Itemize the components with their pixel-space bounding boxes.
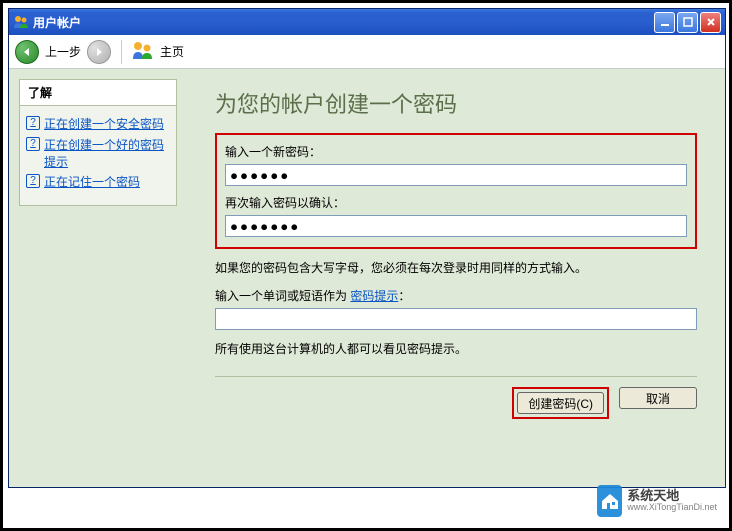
password-hint-label: 输入一个单词或短语作为 密码提示： [215, 287, 697, 304]
help-icon: ? [26, 116, 40, 130]
back-label[interactable]: 上一步 [45, 43, 81, 60]
hint-visibility-note: 所有使用这台计算机的人都可以看见密码提示。 [215, 340, 697, 358]
create-password-button[interactable]: 创建密码(C) [517, 392, 604, 414]
cancel-button[interactable]: 取消 [619, 387, 697, 409]
watermark-url: www.XiTongTianDi.net [627, 502, 717, 513]
user-accounts-window: 用户帐户 上一步 [8, 8, 726, 488]
password-hint-input[interactable] [215, 308, 697, 330]
window-title: 用户帐户 [33, 14, 652, 31]
page-title: 为您的帐户创建一个密码 [215, 87, 697, 119]
body-area: 了解 ? 正在创建一个安全密码 ? 正在创建一个好的密码提示 ? 正在记住一个密 [9, 69, 725, 487]
minimize-button[interactable] [654, 12, 675, 33]
password-highlight-box: 输入一个新密码： 再次输入密码以确认： [215, 133, 697, 249]
help-icon: ? [26, 174, 40, 188]
confirm-password-label: 再次输入密码以确认： [225, 194, 687, 211]
caps-lock-note: 如果您的密码包含大写字母，您必须在每次登录时用同样的方式输入。 [215, 259, 697, 277]
help-icon: ? [26, 137, 40, 151]
help-link-remember-password[interactable]: ? 正在记住一个密码 [26, 174, 170, 191]
content-area: 为您的帐户创建一个密码 输入一个新密码： 再次输入密码以确认： 如果您的密码包含… [187, 69, 725, 487]
forward-button [87, 40, 111, 64]
help-link-label: 正在创建一个安全密码 [44, 116, 164, 133]
new-password-label: 输入一个新密码： [225, 143, 687, 160]
toolbar: 上一步 主页 [9, 35, 725, 69]
password-hint-link[interactable]: 密码提示 [350, 289, 398, 303]
house-icon [597, 485, 622, 517]
learn-panel: 了解 ? 正在创建一个安全密码 ? 正在创建一个好的密码提示 ? 正在记住一个密 [19, 79, 177, 206]
back-button[interactable] [15, 40, 39, 64]
divider [215, 376, 697, 377]
toolbar-separator [121, 40, 122, 64]
help-link-password-hint[interactable]: ? 正在创建一个好的密码提示 [26, 137, 170, 171]
help-link-secure-password[interactable]: ? 正在创建一个安全密码 [26, 116, 170, 133]
new-password-input[interactable] [225, 164, 687, 186]
home-label[interactable]: 主页 [160, 43, 184, 60]
home-icon [132, 40, 154, 63]
titlebar[interactable]: 用户帐户 [9, 9, 725, 35]
users-icon [13, 14, 29, 30]
maximize-button[interactable] [677, 12, 698, 33]
help-link-label: 正在记住一个密码 [44, 174, 140, 191]
watermark-title: 系统天地 [627, 489, 717, 502]
sidebar: 了解 ? 正在创建一个安全密码 ? 正在创建一个好的密码提示 ? 正在记住一个密 [9, 69, 187, 487]
create-button-highlight: 创建密码(C) [512, 387, 609, 419]
button-row: 创建密码(C) 取消 [215, 387, 697, 419]
learn-panel-header: 了解 [20, 80, 176, 106]
confirm-password-input[interactable] [225, 215, 687, 237]
watermark: 系统天地 www.XiTongTianDi.net [597, 484, 717, 518]
help-link-label: 正在创建一个好的密码提示 [44, 137, 170, 171]
close-button[interactable] [700, 12, 721, 33]
